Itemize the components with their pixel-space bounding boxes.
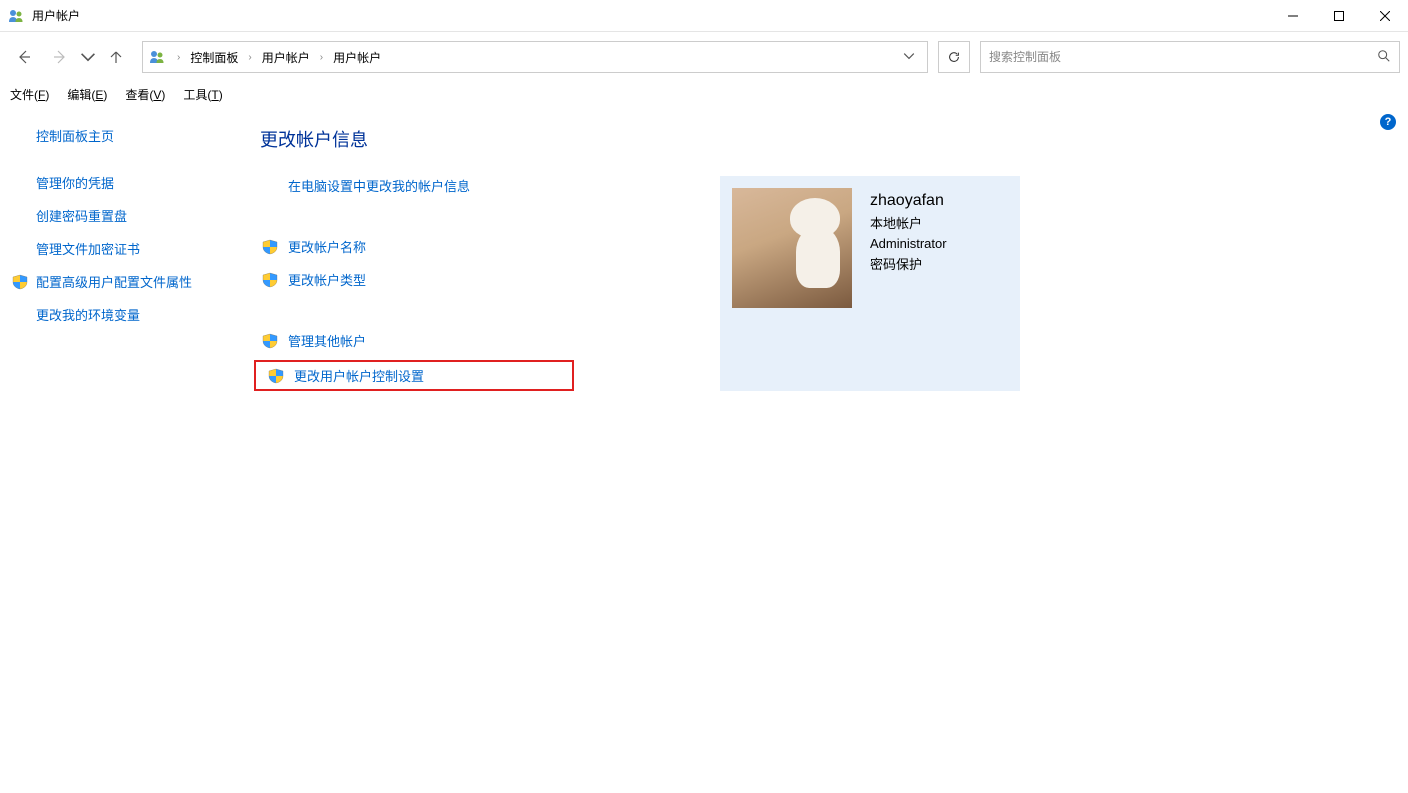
shield-icon bbox=[262, 333, 280, 349]
shield-icon bbox=[262, 239, 280, 255]
help-button[interactable]: ? bbox=[1380, 114, 1396, 130]
chevron-right-icon[interactable]: › bbox=[242, 52, 257, 63]
sidebar-item[interactable]: 创建密码重置盘 bbox=[36, 206, 240, 225]
breadcrumb-item[interactable]: 用户帐户 bbox=[258, 49, 314, 66]
sidebar: 控制面板主页 管理你的凭据 创建密码重置盘 管理文件加密证书 配置高级用户配置文… bbox=[0, 126, 260, 793]
menubar: 文件(F) 编辑(E) 查看(V) 工具(T) bbox=[0, 82, 1408, 106]
menu-tools[interactable]: 工具(T) bbox=[181, 84, 224, 105]
window-title: 用户帐户 bbox=[32, 7, 80, 24]
maximize-button[interactable] bbox=[1316, 0, 1362, 32]
action-label: 更改用户帐户控制设置 bbox=[294, 366, 424, 385]
search-input[interactable] bbox=[989, 50, 1377, 64]
menu-file[interactable]: 文件(F) bbox=[8, 84, 51, 105]
address-dropdown[interactable] bbox=[897, 50, 921, 65]
address-icon bbox=[149, 49, 165, 65]
breadcrumb-item[interactable]: 用户帐户 bbox=[329, 49, 385, 66]
action-manage-other[interactable]: 管理其他帐户 bbox=[260, 331, 660, 350]
sidebar-item[interactable]: 配置高级用户配置文件属性 bbox=[12, 272, 240, 291]
action-change-uac[interactable]: 更改用户帐户控制设置 bbox=[266, 366, 566, 385]
sidebar-item-label: 管理你的凭据 bbox=[36, 173, 114, 192]
main: 更改帐户信息 在电脑设置中更改我的帐户信息 更改帐户名称 更改帐户类型 bbox=[260, 126, 1408, 793]
sidebar-item-label: 配置高级用户配置文件属性 bbox=[36, 272, 192, 291]
breadcrumb: › 控制面板 › 用户帐户 › 用户帐户 bbox=[171, 49, 385, 66]
address-bar[interactable]: › 控制面板 › 用户帐户 › 用户帐户 bbox=[142, 41, 928, 73]
shield-icon bbox=[268, 368, 286, 384]
action-change-name[interactable]: 更改帐户名称 bbox=[260, 237, 660, 256]
menu-edit[interactable]: 编辑(E) bbox=[65, 84, 109, 105]
user-account-type: 本地帐户 bbox=[870, 214, 947, 235]
content: ? 控制面板主页 管理你的凭据 创建密码重置盘 管理文件加密证书 配置高级用户配… bbox=[0, 106, 1408, 793]
action-label: 更改帐户类型 bbox=[288, 270, 366, 289]
shield-icon bbox=[12, 274, 30, 290]
menu-view[interactable]: 查看(V) bbox=[123, 84, 167, 105]
sidebar-item-label: 控制面板主页 bbox=[36, 126, 114, 145]
window-controls bbox=[1270, 0, 1408, 32]
chevron-right-icon[interactable]: › bbox=[171, 52, 186, 63]
recent-dropdown[interactable] bbox=[80, 41, 96, 73]
action-change-in-settings[interactable]: 在电脑设置中更改我的帐户信息 bbox=[260, 176, 660, 195]
search-icon[interactable] bbox=[1377, 49, 1391, 66]
sidebar-item-label: 更改我的环境变量 bbox=[36, 305, 140, 324]
user-name: zhaoyafan bbox=[870, 188, 947, 214]
navbar: › 控制面板 › 用户帐户 › 用户帐户 bbox=[0, 32, 1408, 82]
back-button[interactable] bbox=[8, 41, 40, 73]
user-role: Administrator bbox=[870, 234, 947, 255]
user-card: zhaoyafan 本地帐户 Administrator 密码保护 bbox=[720, 176, 1020, 391]
avatar bbox=[732, 188, 852, 308]
action-label: 管理其他帐户 bbox=[288, 331, 366, 350]
shield-icon bbox=[262, 272, 280, 288]
user-password-status: 密码保护 bbox=[870, 255, 947, 276]
refresh-button[interactable] bbox=[938, 41, 970, 73]
breadcrumb-item[interactable]: 控制面板 bbox=[186, 49, 242, 66]
action-list: 在电脑设置中更改我的帐户信息 更改帐户名称 更改帐户类型 管理其他帐户 bbox=[260, 176, 660, 391]
sidebar-item[interactable]: 更改我的环境变量 bbox=[36, 305, 240, 324]
sidebar-item[interactable]: 管理文件加密证书 bbox=[36, 239, 240, 258]
app-icon bbox=[8, 8, 24, 24]
search-box[interactable] bbox=[980, 41, 1400, 73]
up-button[interactable] bbox=[100, 41, 132, 73]
user-info: zhaoyafan 本地帐户 Administrator 密码保护 bbox=[870, 188, 947, 276]
page-heading: 更改帐户信息 bbox=[260, 126, 1378, 152]
sidebar-home[interactable]: 控制面板主页 bbox=[36, 126, 240, 145]
sidebar-item-label: 管理文件加密证书 bbox=[36, 239, 140, 258]
close-button[interactable] bbox=[1362, 0, 1408, 32]
forward-button[interactable] bbox=[44, 41, 76, 73]
action-change-type[interactable]: 更改帐户类型 bbox=[260, 270, 660, 289]
action-label: 在电脑设置中更改我的帐户信息 bbox=[288, 176, 470, 195]
action-label: 更改帐户名称 bbox=[288, 237, 366, 256]
chevron-right-icon[interactable]: › bbox=[314, 52, 329, 63]
minimize-button[interactable] bbox=[1270, 0, 1316, 32]
highlight-annotation: 更改用户帐户控制设置 bbox=[254, 360, 574, 391]
titlebar: 用户帐户 bbox=[0, 0, 1408, 32]
sidebar-item[interactable]: 管理你的凭据 bbox=[36, 173, 240, 192]
sidebar-item-label: 创建密码重置盘 bbox=[36, 206, 127, 225]
